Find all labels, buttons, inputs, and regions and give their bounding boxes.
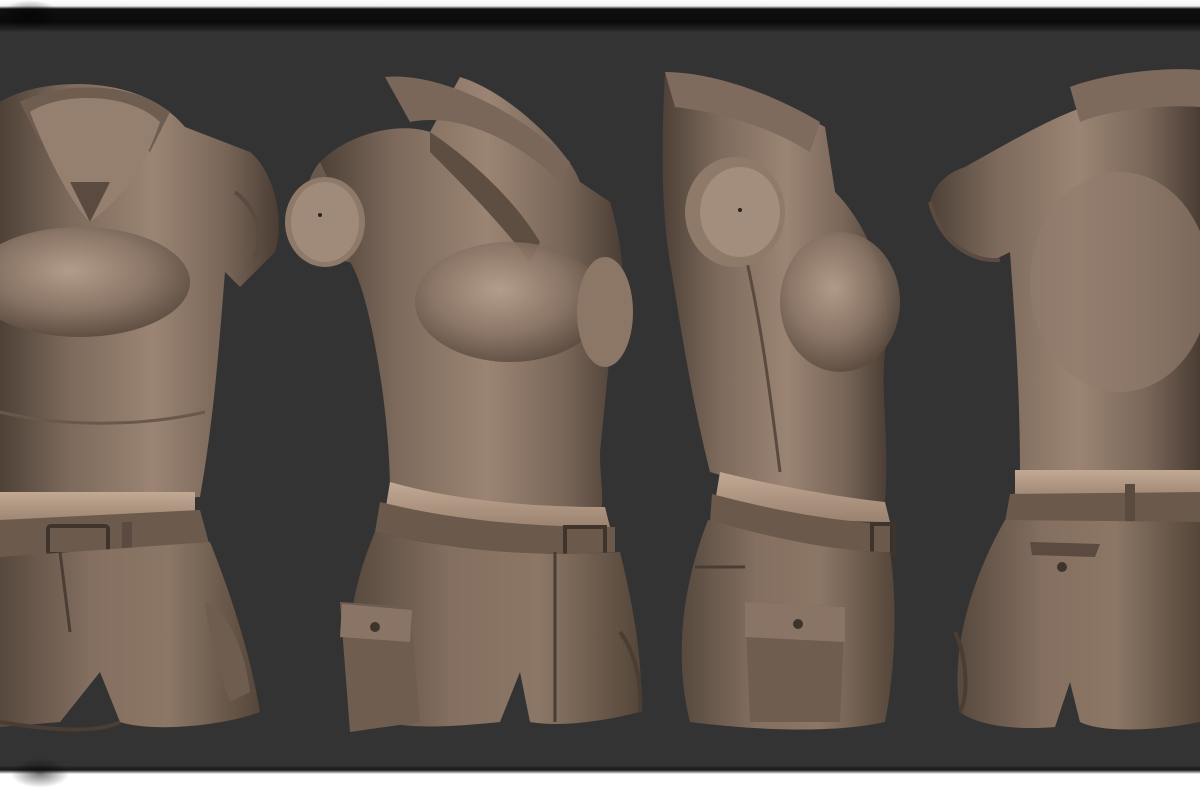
shorts <box>953 520 1200 730</box>
back-view-sculpt <box>928 69 1200 730</box>
shorts <box>340 532 643 732</box>
side-view-sculpt <box>662 72 900 730</box>
shoulder-stump <box>285 177 365 267</box>
three-quarter-view-sculpt <box>285 76 643 732</box>
shirt-back <box>928 69 1200 477</box>
corner-smudge <box>0 0 60 30</box>
shorts <box>0 542 260 732</box>
cargo-pocket <box>340 602 420 732</box>
top-frame-border <box>0 0 1200 32</box>
cargo-pocket <box>745 602 845 722</box>
sculpt-viewport <box>0 32 1200 766</box>
corner-smudge <box>10 758 70 788</box>
shirt-side <box>662 72 900 502</box>
shorts <box>681 520 895 730</box>
shirt-three-quarter <box>304 76 633 516</box>
shirt-front <box>0 84 279 502</box>
shoulder-stump <box>685 157 785 267</box>
front-view-sculpt <box>0 84 279 732</box>
bottom-frame-border <box>0 766 1200 800</box>
